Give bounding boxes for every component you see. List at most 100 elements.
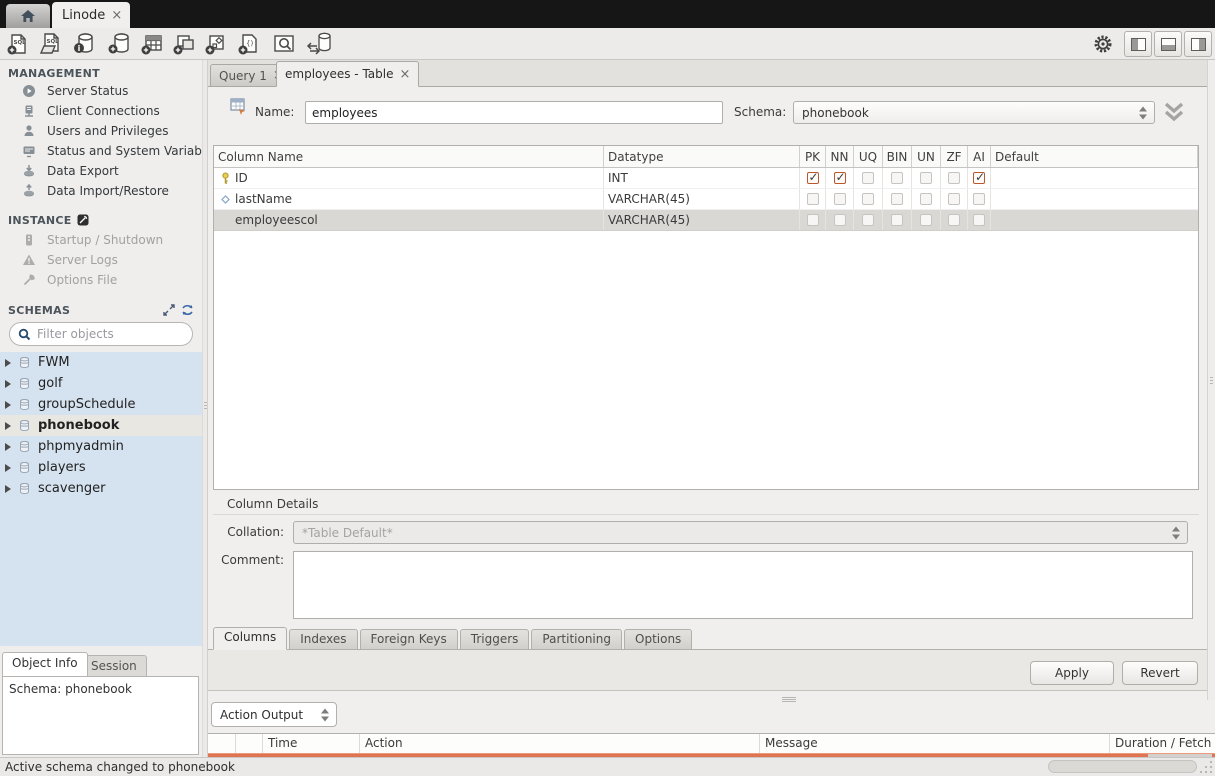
pk-checkbox[interactable] — [807, 214, 819, 226]
toggle-left-sidebar-button[interactable] — [1124, 31, 1152, 57]
tab-indexes[interactable]: Indexes — [289, 629, 357, 650]
un-checkbox[interactable] — [920, 172, 932, 184]
nn-checkbox[interactable] — [834, 214, 846, 226]
create-table-icon[interactable] — [139, 31, 165, 57]
pk-checkbox[interactable] — [807, 193, 819, 205]
close-icon[interactable]: × — [111, 8, 122, 23]
expander-icon[interactable] — [5, 401, 11, 409]
uq-checkbox[interactable] — [862, 214, 874, 226]
output-splitter-grip[interactable] — [782, 696, 796, 703]
sidebar-item-data-export[interactable]: Data Export — [0, 161, 202, 181]
sidebar-item-label: Client Connections — [47, 104, 160, 118]
inspect-database-icon[interactable]: i — [71, 31, 97, 57]
right-splitter[interactable] — [1207, 60, 1215, 700]
zf-checkbox[interactable] — [948, 193, 960, 205]
schema-row-phonebook[interactable]: phonebook — [0, 415, 202, 436]
sidebar-item-data-import[interactable]: Data Import/Restore — [0, 181, 202, 201]
collation-select[interactable]: *Table Default* — [293, 521, 1188, 544]
table-row-selected[interactable]: employeescol VARCHAR(45) — [214, 210, 1198, 231]
schema-icon — [18, 398, 31, 411]
expand-schemas-icon[interactable] — [163, 304, 175, 316]
connection-tab[interactable]: Linode × — [52, 2, 130, 28]
create-function-icon[interactable]: {) — [235, 31, 261, 57]
main-toolbar: SQL SQL i {) — [0, 28, 1215, 60]
sidebar-item-users-and-privileges[interactable]: Users and Privileges — [0, 121, 202, 141]
tab-foreign-keys[interactable]: Foreign Keys — [360, 629, 458, 650]
bin-checkbox[interactable] — [891, 193, 903, 205]
expander-icon[interactable] — [5, 380, 11, 388]
schema-select[interactable]: phonebook — [793, 101, 1155, 124]
toggle-right-sidebar-button[interactable] — [1184, 31, 1212, 57]
zf-checkbox[interactable] — [948, 214, 960, 226]
tab-employees-table[interactable]: employees - Table × — [276, 61, 419, 87]
window-resize-grip[interactable] — [1199, 760, 1213, 774]
expander-icon[interactable] — [5, 359, 11, 367]
nn-checkbox[interactable] — [834, 193, 846, 205]
toggle-bottom-panel-button[interactable] — [1154, 31, 1182, 57]
reconnect-database-icon[interactable] — [306, 31, 332, 57]
new-query-tab-icon[interactable]: SQL — [5, 31, 31, 57]
tab-triggers[interactable]: Triggers — [460, 629, 530, 650]
ai-checkbox[interactable] — [973, 172, 985, 184]
table-name-input[interactable] — [305, 101, 723, 124]
schema-row-fwm[interactable]: FWM — [0, 352, 202, 373]
tab-options[interactable]: Options — [624, 629, 692, 650]
tab-partitioning[interactable]: Partitioning — [531, 629, 622, 650]
search-table-data-icon[interactable] — [271, 31, 297, 57]
tab-object-info[interactable]: Object Info — [2, 652, 88, 676]
revert-button[interactable]: Revert — [1122, 661, 1198, 685]
output-col-blank — [208, 734, 236, 753]
expander-icon[interactable] — [5, 464, 11, 472]
bin-checkbox[interactable] — [891, 214, 903, 226]
create-view-icon[interactable] — [171, 31, 197, 57]
home-tab[interactable] — [6, 4, 50, 28]
create-procedure-icon[interactable] — [203, 31, 229, 57]
refresh-schemas-icon[interactable] — [181, 304, 194, 316]
tab-columns[interactable]: Columns — [213, 627, 287, 650]
create-schema-icon[interactable] — [106, 31, 132, 57]
editor-tab-bar: Query 1 × employees - Table × — [208, 60, 1215, 87]
schema-row-phpmyadmin[interactable]: phpmyadmin — [0, 436, 202, 457]
uq-checkbox[interactable] — [862, 172, 874, 184]
ai-checkbox[interactable] — [973, 193, 985, 205]
sidebar-item-server-status[interactable]: Server Status — [0, 81, 202, 101]
schema-row-golf[interactable]: golf — [0, 373, 202, 394]
horizontal-scrollbar-thumb[interactable] — [1048, 760, 1197, 773]
pk-checkbox[interactable] — [807, 172, 819, 184]
un-checkbox[interactable] — [920, 214, 932, 226]
close-icon[interactable]: × — [399, 67, 410, 82]
bin-checkbox[interactable] — [891, 172, 903, 184]
sidebar-item-client-connections[interactable]: Client Connections — [0, 101, 202, 121]
table-row[interactable]: ID INT — [214, 168, 1198, 189]
uq-checkbox[interactable] — [862, 193, 874, 205]
schema-row-players[interactable]: players — [0, 457, 202, 478]
sidebar-item-startup-shutdown[interactable]: Startup / Shutdown — [0, 230, 202, 250]
table-row[interactable]: lastName VARCHAR(45) — [214, 189, 1198, 210]
comment-textarea[interactable] — [293, 551, 1193, 619]
schema-row-groupschedule[interactable]: groupSchedule — [0, 394, 202, 415]
un-checkbox[interactable] — [920, 193, 932, 205]
expander-icon[interactable] — [5, 443, 11, 451]
instance-section-header: INSTANCE — [0, 212, 89, 228]
nn-checkbox[interactable] — [834, 172, 846, 184]
schema-filter-box — [9, 322, 193, 346]
output-selector[interactable]: Action Output — [211, 702, 337, 727]
sidebar-item-options-file[interactable]: Options File — [0, 270, 202, 290]
ai-checkbox[interactable] — [973, 214, 985, 226]
schema-row-scavenger[interactable]: scavenger — [0, 478, 202, 499]
output-col-time: Time — [263, 734, 360, 753]
tab-session[interactable]: Session — [81, 655, 147, 676]
collapse-header-chevrons-icon[interactable] — [1160, 100, 1188, 124]
expander-icon[interactable] — [5, 485, 11, 493]
preferences-gear-icon[interactable] — [1090, 31, 1116, 57]
zf-checkbox[interactable] — [948, 172, 960, 184]
sidebar-bottom-tabs: Object Info Session — [0, 652, 202, 676]
startup-shutdown-icon — [22, 233, 36, 247]
open-sql-script-icon[interactable]: SQL — [37, 31, 63, 57]
sidebar-item-server-logs[interactable]: Server Logs — [0, 250, 202, 270]
expander-icon[interactable] — [5, 422, 11, 430]
schema-filter-input[interactable] — [37, 327, 187, 341]
apply-button[interactable]: Apply — [1030, 661, 1114, 685]
sidebar-item-status-system-variables[interactable]: Status and System Variables — [0, 141, 202, 161]
schema-icon — [18, 440, 31, 453]
